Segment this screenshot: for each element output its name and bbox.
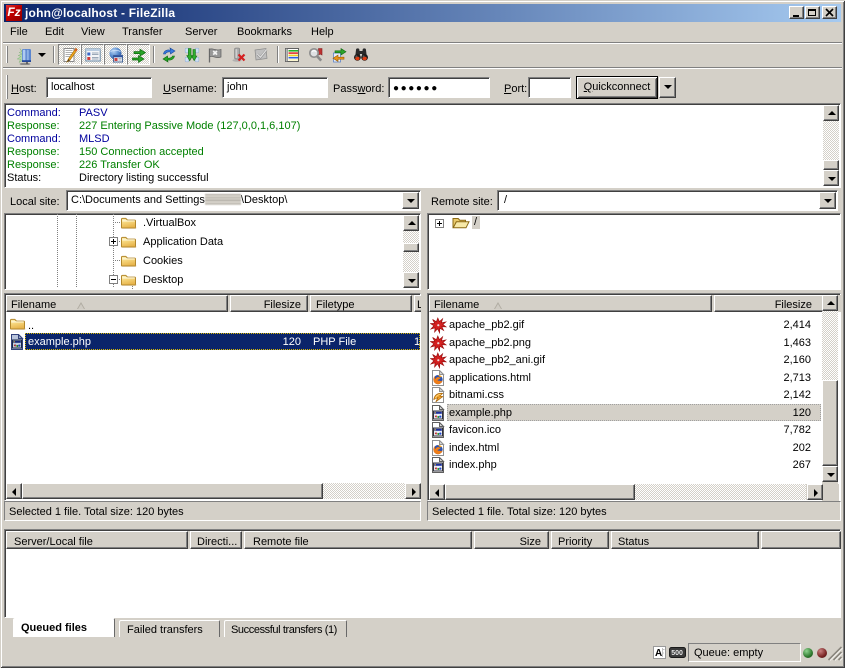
svg-text:A: A [655, 648, 662, 659]
svg-text:500: 500 [671, 650, 683, 657]
